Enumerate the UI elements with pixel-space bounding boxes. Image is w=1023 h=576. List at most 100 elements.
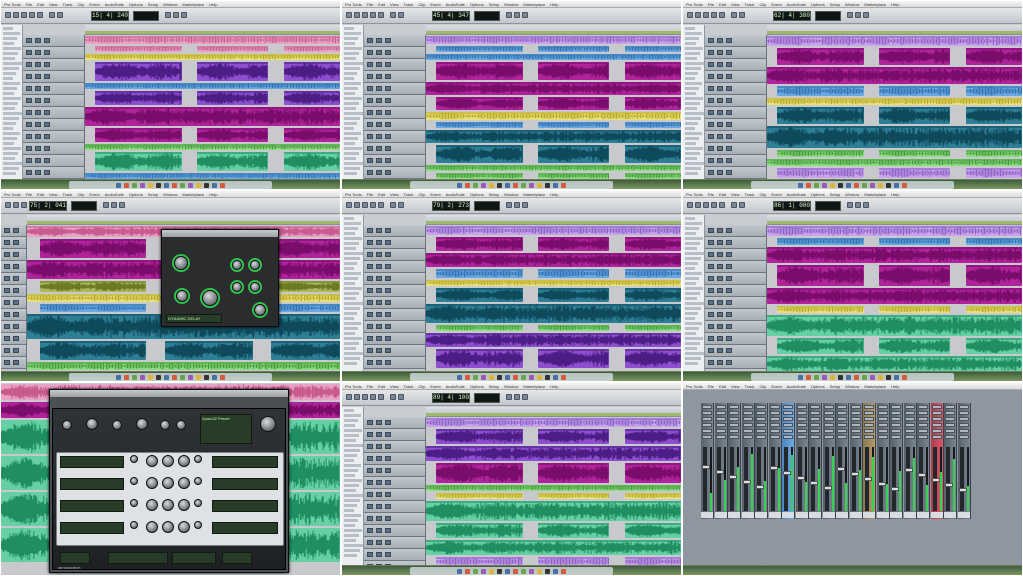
track-button[interactable] [385,240,391,245]
track-button[interactable] [13,276,19,281]
tracks-list-item[interactable] [685,77,695,80]
track-button[interactable] [385,432,391,437]
track-button[interactable] [726,324,732,329]
audio-clip[interactable] [40,341,146,360]
tracks-list-item[interactable] [344,67,360,70]
track-header[interactable] [364,167,425,179]
track-header[interactable] [364,345,425,357]
menu-item[interactable]: Window [845,2,859,7]
menu-item[interactable]: Options [811,192,825,197]
audio-clip[interactable] [966,86,1022,96]
part-knob[interactable] [130,499,138,507]
insert-slot[interactable] [810,423,820,427]
track-header[interactable] [705,167,766,179]
tracks-list-item[interactable] [685,282,696,285]
insert-slot[interactable] [783,423,793,427]
audio-clip[interactable] [426,82,681,95]
track-button[interactable] [385,228,391,233]
insert-slot[interactable] [742,405,753,409]
tracks-list-item[interactable] [344,342,359,345]
audio-clip[interactable] [436,557,523,565]
insert-slot[interactable] [729,429,739,433]
track-button[interactable] [367,324,373,329]
track-button[interactable] [717,74,723,79]
track-button[interactable] [717,228,723,233]
track-button[interactable] [376,62,382,67]
insert-slot[interactable] [904,417,915,421]
audio-clip[interactable] [95,46,182,52]
track-button[interactable] [35,110,41,115]
track-button[interactable] [376,540,382,545]
audio-clip[interactable] [767,226,1022,236]
tool-button[interactable] [346,394,352,400]
track-button[interactable] [376,252,382,257]
audio-clip[interactable] [767,36,1022,46]
audio-clip[interactable] [95,128,182,142]
track-button[interactable] [717,98,723,103]
menu-item[interactable]: View [731,2,740,7]
tracks-list-item[interactable] [344,252,363,255]
tracks-list-item[interactable] [344,544,363,547]
tracks-list-item[interactable] [344,499,360,502]
plugin-knob[interactable] [232,282,242,292]
audio-clip[interactable] [271,281,340,292]
dock-app-icon[interactable] [561,374,566,380]
dock-app-icon[interactable] [196,182,201,188]
track-button[interactable] [376,336,382,341]
audio-clip[interactable] [436,237,523,251]
dock-app-icon[interactable] [196,374,201,380]
audio-clip[interactable] [538,122,609,128]
menu-item[interactable]: Setup [830,192,840,197]
tracks-list-item[interactable] [344,167,360,170]
track-button[interactable] [367,228,373,233]
menu-item[interactable]: Clip [759,192,766,197]
audio-clip[interactable] [879,168,950,178]
dock-app-icon[interactable] [220,374,225,380]
insert-slot[interactable] [715,411,726,415]
audio-clip[interactable] [284,91,340,105]
tracks-list-item[interactable] [344,307,360,310]
insert-slot[interactable] [715,429,726,433]
tracks-list-item[interactable] [344,424,355,427]
insert-slot[interactable] [742,417,753,421]
insert-slot[interactable] [715,417,726,421]
marker-ruler[interactable] [426,413,681,416]
tool-button[interactable] [21,202,27,208]
dock-app-icon[interactable] [148,374,153,380]
tracks-list-item[interactable] [3,87,17,90]
insert-slot[interactable] [904,435,915,439]
track-button[interactable] [708,122,714,127]
insert-slot[interactable] [756,411,766,415]
insert-slot[interactable] [931,429,942,433]
tracks-list-item[interactable] [3,132,20,135]
dock-app-icon[interactable] [140,182,145,188]
track-header[interactable] [705,321,766,333]
tool-button[interactable] [378,394,384,400]
tool-button[interactable] [346,12,352,18]
audio-clip[interactable] [40,281,146,292]
part-knob[interactable] [194,477,202,485]
audio-clip[interactable] [538,46,609,52]
insert-slot[interactable] [850,417,861,421]
audio-clip[interactable] [625,122,681,128]
track-button[interactable] [726,158,732,163]
tool-button[interactable] [57,12,63,18]
tracks-list-item[interactable] [344,287,362,290]
track-button[interactable] [385,122,391,127]
dock-app-icon[interactable] [457,182,462,188]
track-button[interactable] [44,38,50,43]
audio-clip[interactable] [436,463,523,483]
audio-clip[interactable] [436,325,523,331]
volume-fader[interactable] [918,473,926,477]
audio-clip[interactable] [966,238,1022,245]
menu-item[interactable]: AudioSuite [105,2,124,7]
track-button[interactable] [726,312,732,317]
track-button[interactable] [708,170,714,175]
track-button[interactable] [726,228,732,233]
audio-clip[interactable] [271,341,340,360]
insert-slot[interactable] [918,417,928,421]
part-knob[interactable] [162,455,174,467]
track-button[interactable] [717,110,723,115]
dock-app-icon[interactable] [148,182,153,188]
volume-fader[interactable] [891,487,899,491]
